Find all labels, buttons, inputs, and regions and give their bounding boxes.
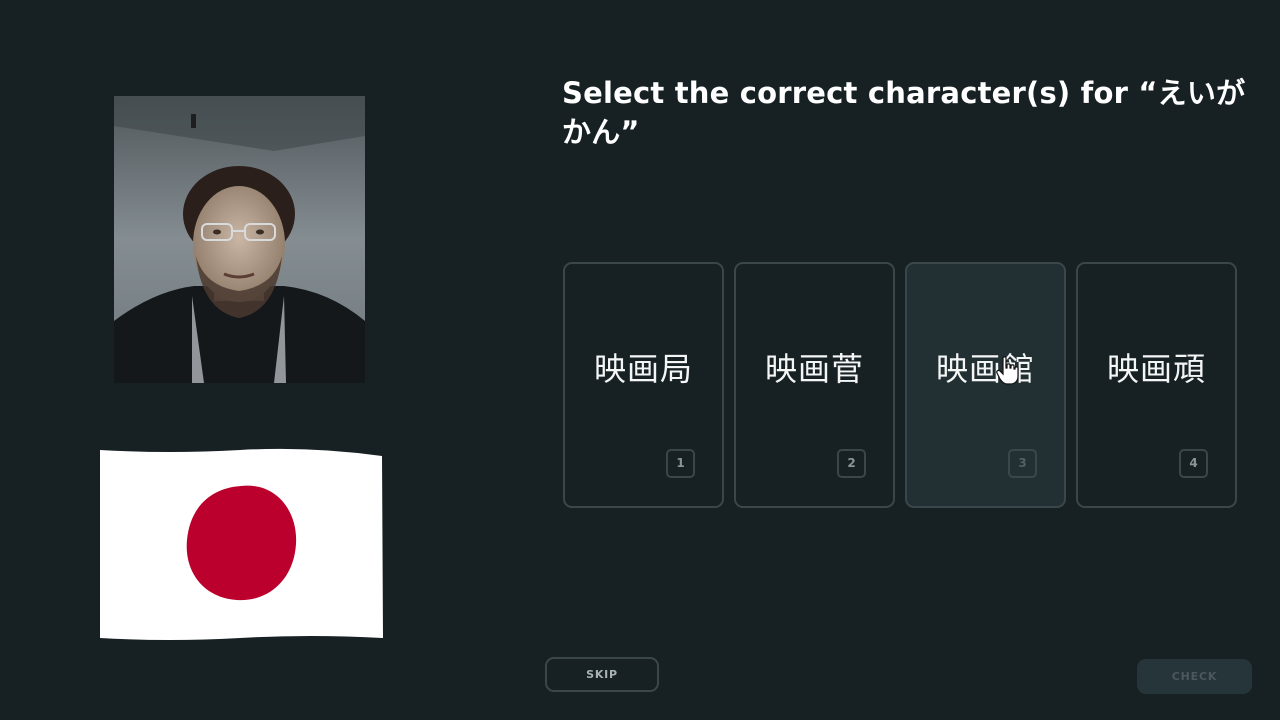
- check-button[interactable]: CHECK: [1137, 659, 1252, 694]
- question-line-2: かん”: [562, 115, 640, 149]
- option-text: 映画館: [935, 350, 1035, 388]
- option-key-hint: 4: [1179, 449, 1208, 478]
- option-card-1[interactable]: 映画局 1: [563, 262, 724, 508]
- option-card-2[interactable]: 映画菅 2: [734, 262, 895, 508]
- skip-button[interactable]: SKIP: [545, 657, 659, 692]
- option-key-hint: 3: [1008, 449, 1037, 478]
- question-prompt: Select the correct character(s) for “えいが…: [562, 74, 1252, 152]
- japan-flag: [100, 448, 383, 642]
- answer-options: 映画局 1 映画菅 2 映画館 3 映画頑 4: [563, 262, 1238, 508]
- option-key-hint: 2: [837, 449, 866, 478]
- japan-flag-image: [100, 448, 383, 640]
- option-text: 映画菅: [764, 350, 864, 388]
- option-key-hint: 1: [666, 449, 695, 478]
- option-text: 映画局: [593, 350, 693, 388]
- option-card-4[interactable]: 映画頑 4: [1076, 262, 1237, 508]
- webcam-feed: [114, 96, 365, 383]
- option-text: 映画頑: [1106, 350, 1206, 388]
- option-card-3[interactable]: 映画館 3: [905, 262, 1066, 508]
- webcam-person-image: [114, 96, 365, 383]
- question-line-1: Select the correct character(s) for “えいが: [562, 76, 1246, 110]
